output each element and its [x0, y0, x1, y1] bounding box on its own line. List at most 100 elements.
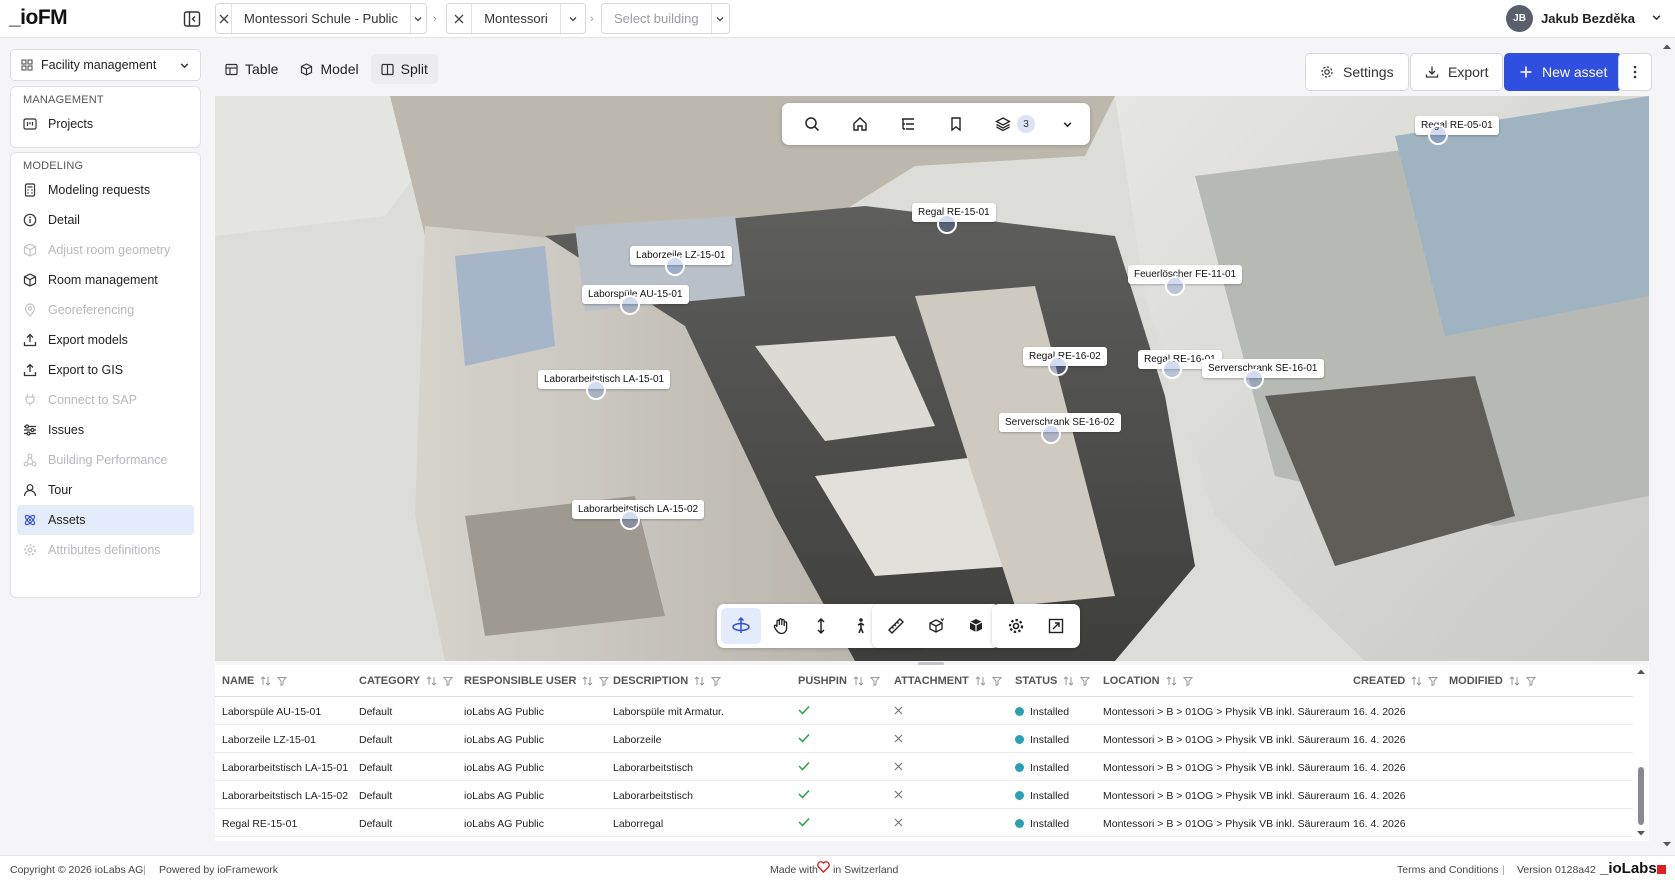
sort-icon[interactable]: [975, 676, 986, 686]
table-scrollbar[interactable]: [1633, 665, 1649, 841]
sort-icon[interactable]: [426, 676, 437, 686]
building-selector[interactable]: Select building: [601, 3, 730, 34]
filter-icon[interactable]: [869, 676, 880, 686]
tree-button[interactable]: [884, 107, 932, 141]
explode-model-button[interactable]: [956, 608, 996, 644]
column-header-name[interactable]: NAME: [222, 675, 288, 687]
settings-button[interactable]: Settings: [1305, 53, 1409, 91]
module-select[interactable]: Facility management: [10, 49, 201, 81]
filter-icon[interactable]: [277, 676, 288, 686]
pushpin-marker[interactable]: [1162, 359, 1182, 379]
app-logo[interactable]: _ioFM: [9, 6, 68, 30]
sidebar-item-detail[interactable]: Detail: [17, 205, 194, 235]
sort-icon[interactable]: [1509, 676, 1520, 686]
column-header-category[interactable]: CATEGORY: [359, 675, 454, 687]
pushpin-marker[interactable]: [937, 214, 957, 234]
search-button[interactable]: [788, 107, 836, 141]
column-header-location[interactable]: LOCATION: [1103, 675, 1193, 687]
layers-dropdown-button[interactable]: [1050, 107, 1084, 141]
sort-icon[interactable]: [1166, 676, 1177, 686]
table-row[interactable]: Laborzeile LZ-15-01 Default ioLabs AG Publ…: [215, 725, 1633, 753]
table-row[interactable]: Regal RE-15-01 Default ioLabs AG Public Lab…: [215, 809, 1633, 837]
cell-created: 16. 4. 2026: [1353, 734, 1406, 746]
filter-icon[interactable]: [711, 676, 722, 686]
sort-icon[interactable]: [853, 676, 864, 686]
sidebar-item-issues[interactable]: Issues: [17, 415, 194, 445]
filter-icon[interactable]: [443, 676, 454, 686]
sort-icon[interactable]: [582, 676, 593, 686]
pushpin-marker[interactable]: [665, 256, 685, 276]
column-header-description[interactable]: DESCRIPTION: [613, 675, 722, 687]
column-header-status[interactable]: STATUS: [1015, 675, 1091, 687]
user-icon: [23, 483, 37, 497]
point-cloud-scene: [215, 96, 1649, 661]
sort-icon[interactable]: [694, 676, 705, 686]
filter-icon[interactable]: [991, 676, 1002, 686]
home-button[interactable]: [836, 107, 884, 141]
pushpin-marker[interactable]: [620, 295, 640, 315]
column-header-responsible-user[interactable]: RESPONSIBLE USER: [464, 675, 610, 687]
column-header-modified[interactable]: MODIFIED: [1449, 675, 1536, 687]
sidebar-item-assets[interactable]: Assets: [17, 505, 194, 535]
measure-button[interactable]: [876, 608, 916, 644]
page-scrollbar[interactable]: [1659, 38, 1675, 854]
chevron-down-icon[interactable]: [559, 4, 585, 33]
sidebar-item-modeling-requests[interactable]: Modeling requests: [17, 175, 194, 205]
calculator-icon: [23, 183, 37, 197]
orbit-button[interactable]: [721, 608, 761, 644]
filter-icon[interactable]: [1080, 676, 1091, 686]
pushpin-marker[interactable]: [1041, 424, 1061, 444]
filter-icon[interactable]: [1182, 676, 1193, 686]
sort-icon[interactable]: [260, 676, 271, 686]
chevron-down-icon[interactable]: [409, 4, 426, 33]
export-button[interactable]: Export: [1410, 53, 1504, 91]
bookmark-button[interactable]: [932, 107, 980, 141]
pan-button[interactable]: [761, 608, 801, 644]
more-options-button[interactable]: [1618, 53, 1652, 91]
new-asset-label: New asset: [1542, 64, 1608, 80]
filter-icon[interactable]: [1428, 676, 1439, 686]
sidebar-item-export-to-gis[interactable]: Export to GIS: [17, 355, 194, 385]
zoom-button[interactable]: [801, 608, 841, 644]
chevron-down-icon[interactable]: [710, 4, 729, 33]
sidebar-item-projects[interactable]: Projects: [17, 109, 194, 139]
pushpin-marker[interactable]: [1428, 125, 1448, 145]
layers-button[interactable]: 3: [980, 107, 1050, 141]
sidebar-collapse-icon[interactable]: [183, 10, 201, 28]
project-selector[interactable]: Montessori Schule - Public: [215, 3, 427, 34]
pushpin-marker[interactable]: [1165, 276, 1185, 296]
sidebar-item-tour[interactable]: Tour: [17, 475, 194, 505]
chevron-down-icon[interactable]: [1651, 12, 1662, 23]
clear-site-icon[interactable]: [447, 4, 473, 33]
column-header-created[interactable]: CREATED: [1353, 675, 1439, 687]
fullscreen-button[interactable]: [1036, 608, 1076, 644]
table-row[interactable]: Laborarbeitstisch LA-15-02 Default ioLabs …: [215, 781, 1633, 809]
sort-icon[interactable]: [1063, 676, 1074, 686]
tab-split[interactable]: Split: [370, 54, 438, 84]
column-header-pushpin[interactable]: PUSHPIN: [798, 675, 880, 687]
pushpin-marker[interactable]: [620, 510, 640, 530]
column-header-label: NAME: [222, 675, 255, 687]
clear-project-icon[interactable]: [216, 4, 233, 33]
table-row[interactable]: Laborspüle AU-15-01 Default ioLabs AG Publ…: [215, 697, 1633, 725]
column-header-attachment[interactable]: ATTACHMENT: [894, 675, 1002, 687]
site-selector[interactable]: Montessori: [446, 3, 586, 34]
sidebar-item-room-management[interactable]: Room management: [17, 265, 194, 295]
filter-icon[interactable]: [1525, 676, 1536, 686]
section-box-button[interactable]: [916, 608, 956, 644]
model-viewer[interactable]: 3 Regal RE-05-01 Regal RE-15-01 Laborzeile…: [215, 96, 1649, 661]
table-row[interactable]: Laborarbeitstisch LA-15-01 Default ioLabs …: [215, 753, 1633, 781]
pushpin-label-feuerl-scher-fe-11-01[interactable]: Feuerlöscher FE-11-01: [1128, 265, 1243, 284]
viewer-settings-button[interactable]: [996, 608, 1036, 644]
new-asset-button[interactable]: New asset: [1504, 53, 1623, 91]
user-menu[interactable]: JB Jakub Bezděka: [1506, 5, 1635, 32]
tab-table[interactable]: Table: [215, 54, 288, 84]
terms-link[interactable]: Terms and Conditions: [1397, 864, 1499, 876]
sort-icon[interactable]: [1411, 676, 1422, 686]
pushpin-marker[interactable]: [1048, 356, 1068, 376]
tab-model[interactable]: Model: [290, 54, 368, 84]
pushpin-marker[interactable]: [586, 380, 606, 400]
pushpin-marker[interactable]: [1244, 369, 1264, 389]
sidebar-item-export-models[interactable]: Export models: [17, 325, 194, 355]
filter-icon[interactable]: [599, 676, 610, 686]
